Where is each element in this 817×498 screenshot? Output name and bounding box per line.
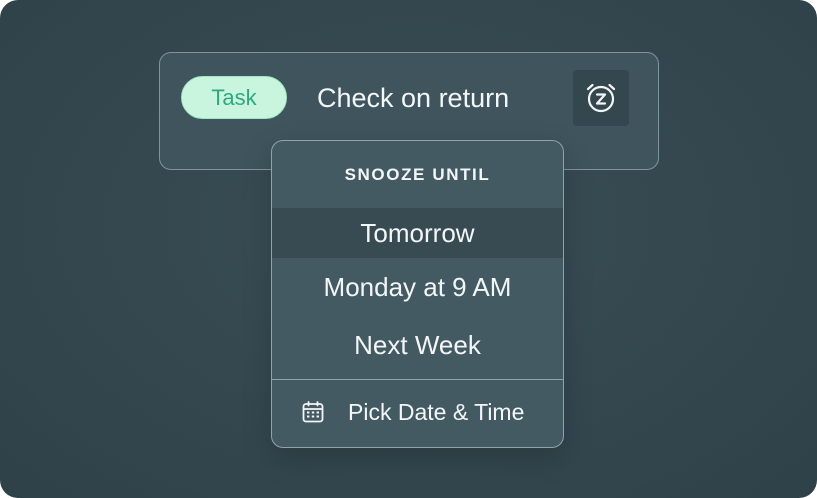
pick-date-time-button[interactable]: Pick Date & Time [272, 386, 563, 438]
snooze-option-tomorrow[interactable]: Tomorrow [272, 208, 563, 258]
snooze-option-monday[interactable]: Monday at 9 AM [272, 262, 563, 312]
calendar-icon [302, 401, 324, 423]
snooze-button[interactable] [573, 70, 629, 126]
snooze-menu: SNOOZE UNTIL Tomorrow Monday at 9 AM Nex… [271, 140, 564, 448]
snooze-option-next-week[interactable]: Next Week [272, 320, 563, 370]
pick-date-time-label: Pick Date & Time [348, 399, 525, 425]
task-type-chip[interactable]: Task [181, 76, 287, 119]
app-canvas: Task Check on return SNOOZE UNTIL Tomorr… [0, 0, 817, 498]
menu-divider [272, 379, 563, 380]
task-title: Check on return [317, 83, 510, 113]
menu-header: SNOOZE UNTIL [344, 165, 491, 184]
alarm-snooze-icon [586, 83, 616, 113]
